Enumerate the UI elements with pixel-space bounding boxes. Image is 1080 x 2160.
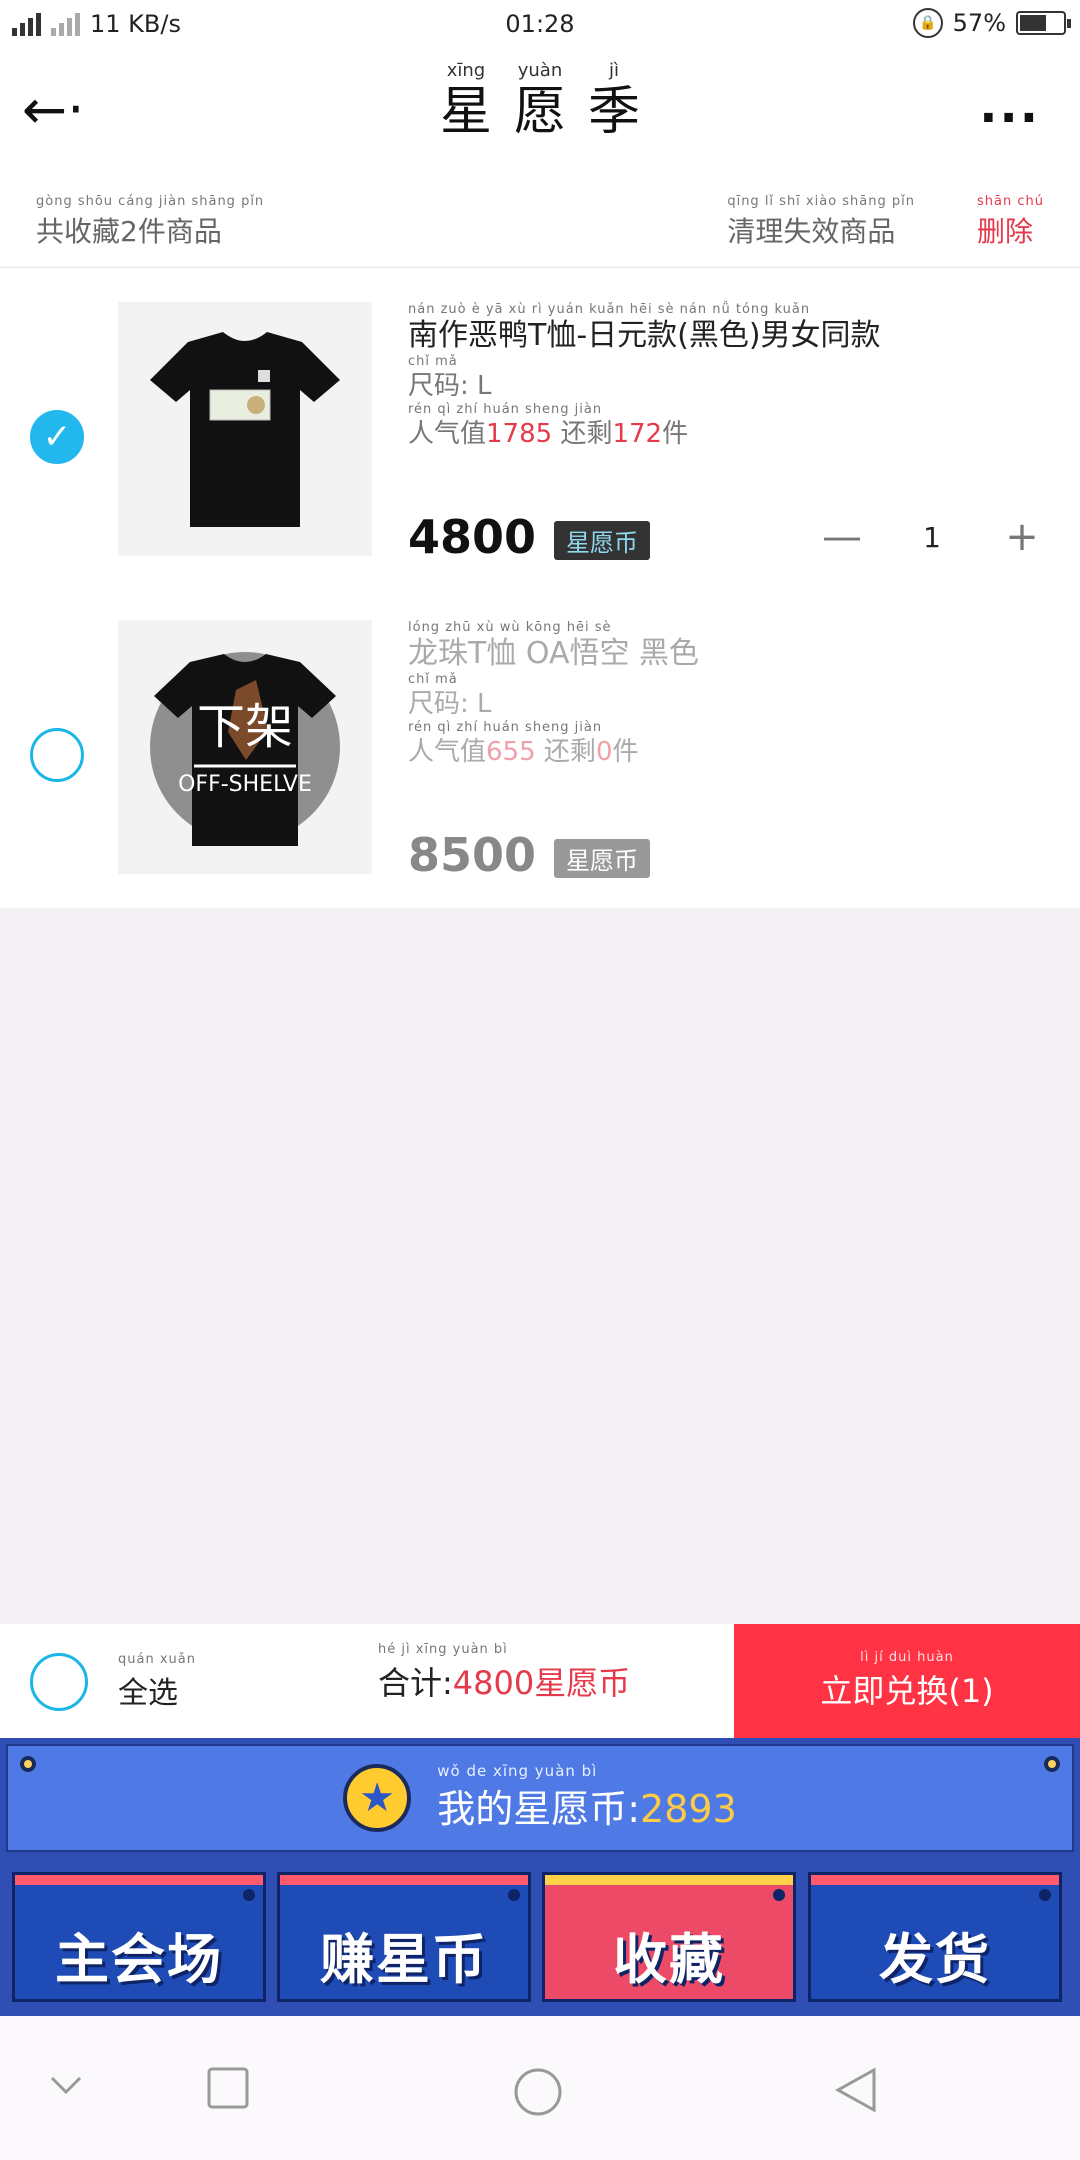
currency-tag: 星愿币 [554, 839, 651, 878]
checkout-bar: quán xuǎn 全选 hé jì xīng yuàn bì 合计:4800星愿… [0, 1624, 1080, 1738]
black-tshirt-icon [150, 332, 340, 527]
page-title: xīng 星 yuàn 愿 jì 季 [439, 60, 641, 142]
product-name[interactable]: 南作恶鸭T恤-日元款(黑色)男女同款 [408, 318, 1050, 354]
offshelf-badge-en: OFF-SHELVE [178, 772, 312, 797]
product-image[interactable] [118, 302, 372, 556]
more-options-icon[interactable]: ··· [979, 90, 1040, 146]
check-icon: ✓ [42, 417, 72, 457]
product-info: nán zuò è yā xù rì yuán kuǎn hēi sè nán … [408, 302, 1050, 564]
product-popularity: 人气值1785 还剩172件 [408, 419, 689, 449]
select-all[interactable]: quán xuǎn 全选 [30, 1652, 196, 1712]
favorites-list: ✓ nán zuò è yā xù rì yuán kuǎn hēi sè ná… [0, 268, 1080, 908]
product-price: 4800 星愿币 [408, 510, 651, 564]
tab-favorites[interactable]: 收藏 [542, 1872, 796, 2002]
product-price: 8500 星愿币 [408, 828, 651, 882]
tab-shipping[interactable]: 发货 [808, 1872, 1062, 2002]
total-amount: hé jì xīng yuàn bì 合计:4800星愿币 [378, 1642, 631, 1702]
tab-main-venue[interactable]: 主会场 [12, 1872, 266, 2002]
quantity-value[interactable]: 1 [872, 521, 992, 554]
rotation-lock-icon: 🔒 [912, 8, 943, 38]
app-header: ←· xīng 星 yuàn 愿 jì 季 ··· [0, 50, 1080, 170]
product-size: 尺码: L [408, 371, 492, 401]
recent-apps-icon[interactable] [206, 2066, 250, 2110]
quantity-stepper[interactable]: — 1 + [812, 514, 1052, 560]
chevron-down-icon[interactable] [46, 2066, 86, 2106]
back-triangle-icon[interactable] [834, 2066, 878, 2114]
my-coins-value: 2893 [640, 1787, 737, 1831]
currency-tag: 星愿币 [554, 521, 651, 560]
product-name[interactable]: 龙珠T恤 OA悟空 黑色 [408, 636, 1050, 672]
favorites-summary-bar: gòng shōu cáng jiàn shāng pǐn 共收藏2件商品 qī… [0, 170, 1080, 268]
home-icon[interactable] [512, 2066, 564, 2118]
offshelf-badge-text: 下架 [196, 699, 293, 755]
list-item: ✓ nán zuò è yā xù rì yuán kuǎn hēi sè ná… [0, 302, 1080, 620]
item-checkbox[interactable] [30, 728, 84, 782]
favorites-count: gòng shōu cáng jiàn shāng pǐn 共收藏2件商品 [36, 194, 265, 248]
battery-icon [1016, 11, 1071, 35]
status-bar: 11 KB/s 01:28 🔒 57% [0, 0, 1080, 50]
delete-button[interactable]: shān chú 删除 [977, 194, 1044, 250]
redeem-now-button[interactable]: lì jí duì huàn 立即兑换(1) [734, 1624, 1080, 1738]
bottom-tabs: 主会场 赚星币 收藏 发货 [0, 1858, 1080, 2016]
product-popularity: 人气值655 还剩0件 [408, 737, 639, 767]
product-info: lóng zhū xù wù kōng hēi sè 龙珠T恤 OA悟空 黑色 … [408, 620, 1050, 882]
list-item: 下架 OFF-SHELVE lóng zhū xù wù kōng hēi sè… [0, 620, 1080, 938]
product-image[interactable]: 下架 OFF-SHELVE [118, 620, 372, 874]
increase-button[interactable]: + [992, 514, 1052, 560]
clear-invalid-button[interactable]: qīng lǐ shī xiào shāng pǐn 清理失效商品 [727, 194, 915, 250]
decrease-button[interactable]: — [812, 514, 872, 560]
select-all-checkbox[interactable] [30, 1653, 88, 1711]
battery-percent: 57% [952, 9, 1006, 37]
tab-earn-coins[interactable]: 赚星币 [277, 1872, 531, 2002]
my-coins-label: 我的星愿币: [437, 1787, 641, 1831]
product-size: 尺码: L [408, 689, 492, 719]
system-nav-bar [0, 2016, 1080, 2160]
star-coin-icon: ★ [343, 1763, 412, 1832]
item-checkbox-checked[interactable]: ✓ [30, 410, 84, 464]
my-coins-banner: ★ wǒ de xīng yuàn bì 我的星愿币:2893 [0, 1738, 1080, 1858]
